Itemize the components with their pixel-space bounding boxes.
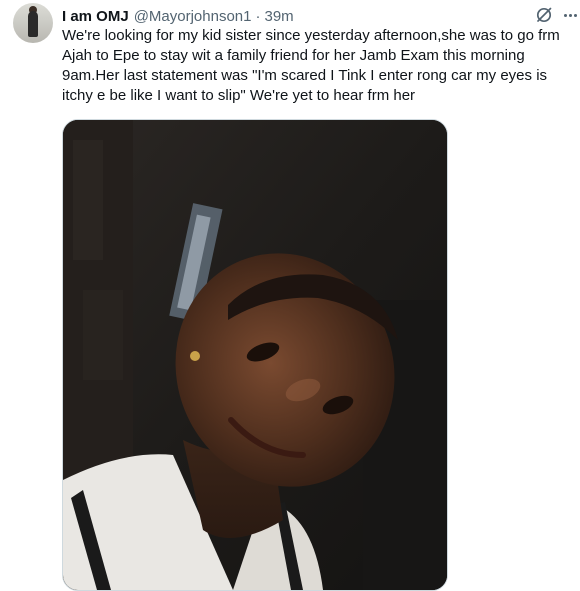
separator-dot: · [255, 7, 261, 25]
tweet-text-line: We're looking for my kid sister since ye… [62, 27, 560, 44]
avatar-figure [28, 11, 38, 37]
author-handle[interactable]: @Mayorjohnson1 [134, 8, 252, 25]
author-name[interactable]: I am OMJ [62, 8, 129, 25]
timestamp[interactable]: 39m [264, 8, 293, 25]
grok-icon[interactable] [534, 5, 554, 25]
tweet-header: I am OMJ @Mayorjohnson1 · 39m [62, 6, 294, 26]
tweet-photo[interactable] [62, 119, 448, 591]
tweet-text-line: itchy e be like I want to slip" We're ye… [62, 87, 416, 104]
selfie-image [63, 120, 447, 590]
tweet-text-line: Ajah to Epe to stay wit a family friend … [62, 47, 525, 64]
more-options-icon[interactable] [560, 5, 580, 25]
tweet: I am OMJ @Mayorjohnson1 · 39m We're look… [0, 0, 580, 591]
avatar[interactable] [13, 3, 53, 43]
tweet-text: We're looking for my kid sister since ye… [62, 26, 572, 106]
tweet-text-line: 9am.Her last statement was "I'm scared I… [62, 67, 548, 84]
